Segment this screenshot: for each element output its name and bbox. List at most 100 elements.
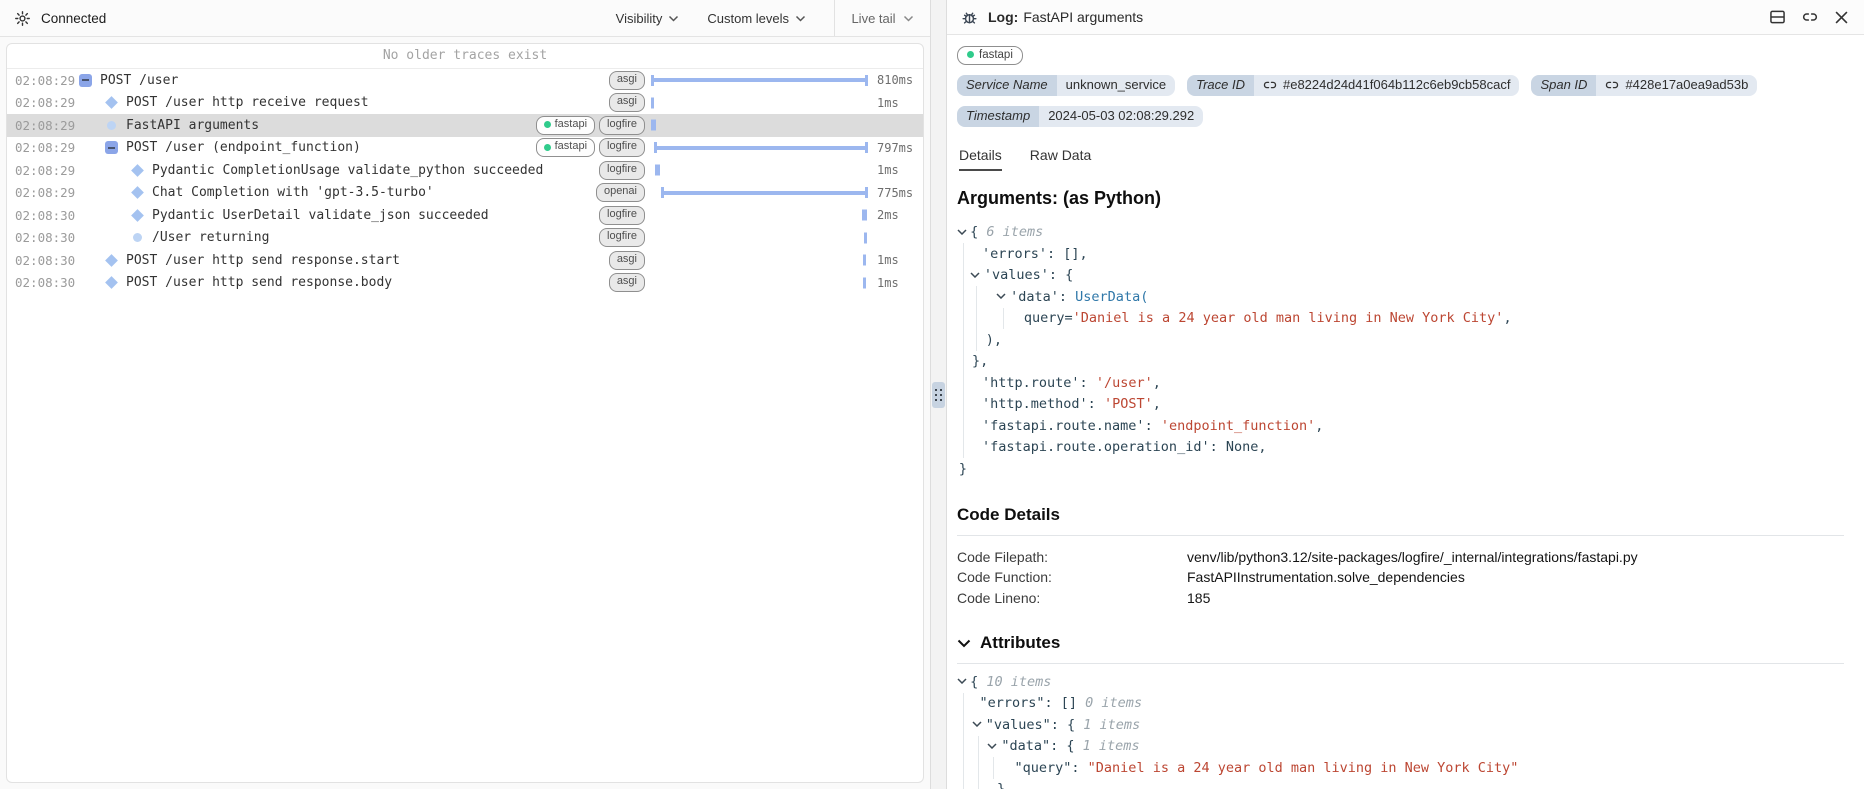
indent-guide [978, 779, 979, 789]
duration-bar [651, 78, 868, 82]
chevron-down-icon[interactable] [996, 293, 1006, 299]
trace-row-badges: asgi [609, 273, 645, 292]
meta-pill-service-name: Service Name unknown_service [957, 75, 1175, 96]
collapse-toggle-icon[interactable] [77, 74, 93, 87]
visibility-dropdown[interactable]: Visibility [616, 11, 680, 26]
code-segment: 10 items [986, 674, 1051, 690]
duration-bar-track [651, 114, 871, 137]
code-segment: : { [1051, 717, 1084, 733]
code-segment: 1 items [1083, 738, 1140, 754]
code-segment: 'fastapi.route.operation_id' [982, 439, 1210, 455]
code-segment: 'POST' [1104, 396, 1153, 412]
tree-line: query='Daniel is a 24 year old man livin… [957, 308, 1844, 330]
trace-row-badges: asgi [609, 71, 645, 90]
chevron-down-icon[interactable] [957, 229, 967, 235]
log-detail-title: Log: FastAPI arguments [988, 9, 1143, 25]
tree-line: { 10 items [957, 671, 1844, 693]
badge-asgi: asgi [609, 71, 645, 90]
indent-guide [976, 308, 977, 330]
code-segment: 'values' [984, 267, 1049, 283]
duration-bar [862, 210, 867, 221]
badge-label: asgi [617, 95, 637, 109]
chevron-down-icon[interactable] [970, 272, 980, 278]
log-circle-icon [103, 121, 119, 130]
meta-pill-timestamp: Timestamp2024-05-03 02:08:29.292 [957, 106, 1203, 127]
trace-row-badges: fastapilogfire [536, 138, 645, 157]
duration-label: 1ms [871, 96, 923, 110]
tree-line: } [957, 458, 1844, 480]
trace-row-badges: asgi [609, 251, 645, 270]
meta-pill-value-text: #e8224d24d41f064b112c6eb9cb58cacf [1283, 77, 1510, 92]
tab-details[interactable]: Details [959, 147, 1002, 171]
meta-pill-value[interactable]: #e8224d24d41f064b112c6eb9cb58cacf [1254, 75, 1519, 96]
chevron-down-icon[interactable] [972, 721, 982, 727]
indent-guide [963, 693, 964, 715]
code-segment: , [1315, 418, 1323, 434]
log-title-prefix: Log: [988, 9, 1018, 25]
code-segment: { [970, 674, 986, 690]
indent-guide [976, 286, 977, 308]
arguments-python-tree: { 6 items'errors': [],'values': {'data':… [957, 222, 1844, 480]
badge-label: logfire [607, 208, 637, 222]
badge-asgi: asgi [609, 93, 645, 112]
trace-row[interactable]: 02:08:30POST /user http send response.st… [7, 249, 923, 272]
trace-row[interactable]: 02:08:30POST /user http send response.bo… [7, 272, 923, 295]
meta-pill-value-text: unknown_service [1066, 77, 1166, 92]
custom-levels-dropdown[interactable]: Custom levels [707, 11, 806, 26]
chevron-down-icon [903, 15, 914, 22]
trace-row[interactable]: 02:08:29Chat Completion with 'gpt-3.5-tu… [7, 182, 923, 205]
duration-bar-track [651, 182, 871, 205]
meta-pill-label: Span ID [1531, 75, 1596, 96]
code-segment: : [], [1047, 246, 1088, 262]
duration-label: 1ms [871, 253, 923, 267]
copy-link-icon[interactable] [1802, 9, 1818, 25]
divider-rule [957, 663, 1844, 664]
trace-row[interactable]: 02:08:29POST /user (endpoint_function)fa… [7, 137, 923, 160]
tree-line: } [957, 779, 1844, 789]
trace-toolbar: Connected Visibility Custom levels Live … [0, 0, 930, 37]
trace-row[interactable]: 02:08:30Pydantic UserDetail validate_jso… [7, 204, 923, 227]
trace-row-badges: fastapilogfire [536, 116, 645, 135]
custom-levels-label: Custom levels [707, 11, 789, 26]
trace-row[interactable]: 02:08:29FastAPI argumentsfastapilogfire [7, 114, 923, 137]
code-details-table: Code Filepath:venv/lib/python3.12/site-p… [957, 547, 1844, 609]
chevron-down-icon[interactable] [987, 743, 997, 749]
code-segment: } [997, 781, 1005, 789]
indent-guide [963, 308, 964, 330]
trace-row[interactable]: 02:08:29POST /user http receive requesta… [7, 92, 923, 115]
tree-line: ), [957, 329, 1844, 351]
panel-resize-handle[interactable] [932, 382, 945, 408]
code-segment: : [] [1045, 695, 1086, 711]
meta-pill-label: Service Name [957, 75, 1057, 96]
collapse-toggle-icon[interactable] [103, 141, 119, 154]
log-title-text: FastAPI arguments [1023, 9, 1143, 25]
code-segment: : [1088, 396, 1104, 412]
tab-raw-data[interactable]: Raw Data [1030, 147, 1091, 171]
tree-line: 'http.route': '/user', [957, 372, 1844, 394]
indent-guide [963, 372, 964, 394]
meta-pill-label: Timestamp [957, 106, 1039, 127]
trace-row[interactable]: 02:08:30/User returninglogfire [7, 227, 923, 250]
trace-row-label: POST /user http receive request [126, 95, 609, 110]
meta-pill-trace-id: Trace ID#e8224d24d41f064b112c6eb9cb58cac… [1187, 75, 1519, 96]
trace-row-time: 02:08:30 [15, 230, 77, 245]
code-segment: '/user' [1096, 375, 1153, 391]
chevron-down-icon[interactable] [957, 678, 967, 684]
code-segment: 6 items [986, 224, 1043, 240]
code-segment: : [1071, 760, 1087, 776]
code-detail-label: Code Filepath: [957, 547, 1187, 568]
trace-row[interactable]: 02:08:29POST /userasgi810ms [7, 69, 923, 92]
meta-pill-value[interactable]: #428e17a0ea9ad53b [1596, 75, 1757, 96]
indent-guide [963, 265, 964, 287]
trace-row-label: Pydantic UserDetail validate_json succee… [152, 208, 599, 223]
split-panel-icon[interactable] [1770, 10, 1785, 24]
gear-icon[interactable] [14, 10, 31, 27]
indent-guide [963, 329, 964, 351]
tag-fastapi: fastapi [957, 46, 1023, 65]
badge-label: fastapi [555, 140, 587, 154]
trace-row[interactable]: 02:08:29Pydantic CompletionUsage validat… [7, 159, 923, 182]
close-icon[interactable] [1835, 11, 1848, 24]
code-segment: : [1145, 418, 1161, 434]
chevron-down-icon[interactable] [957, 639, 971, 648]
live-tail-dropdown[interactable]: Live tail [834, 0, 930, 36]
